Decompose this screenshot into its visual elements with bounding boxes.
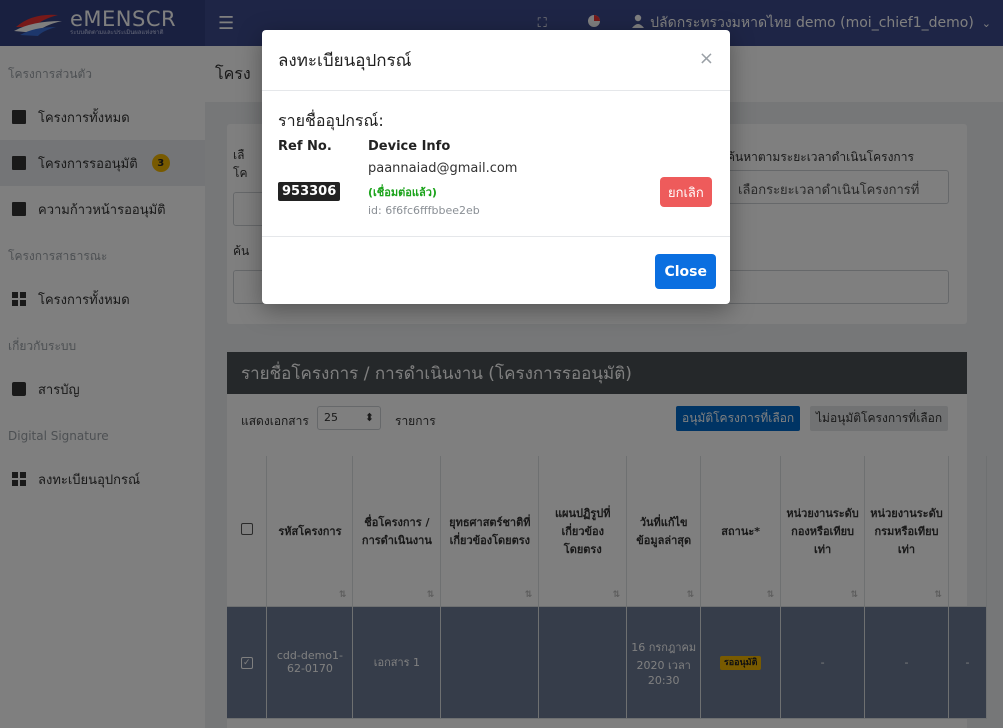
ref-no-header: Ref No. <box>278 139 332 154</box>
modal-title: ลงทะเบียนอุปกรณ์ <box>278 50 412 71</box>
modal-body: รายชื่ออุปกรณ์: Ref No. Device Info 9533… <box>262 91 730 237</box>
device-list-title: รายชื่ออุปกรณ์: <box>278 111 384 130</box>
device-status: (เชื่อมต่อแล้ว) <box>368 186 437 199</box>
device-id: id: 6f6fc6fffbbee2eb <box>368 204 480 217</box>
device-email: paannaiad@gmail.com <box>368 161 518 176</box>
close-button[interactable]: Close <box>655 254 716 289</box>
modal-header: ลงทะเบียนอุปกรณ์ × <box>262 30 730 91</box>
register-device-modal: ลงทะเบียนอุปกรณ์ × รายชื่ออุปกรณ์: Ref N… <box>262 30 730 304</box>
modal-footer: Close <box>262 237 730 304</box>
ref-no-badge: 953306 <box>278 182 341 201</box>
device-info-header: Device Info <box>368 139 451 154</box>
cancel-device-button[interactable]: ยกเลิก <box>660 177 712 207</box>
close-icon[interactable]: × <box>699 50 714 68</box>
